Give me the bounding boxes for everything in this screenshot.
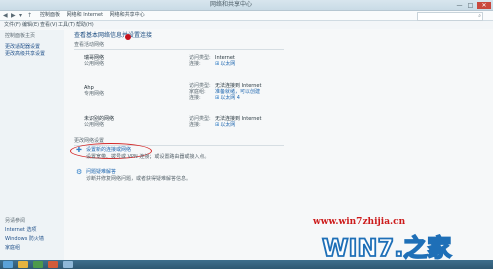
- search-input[interactable]: ⌕: [417, 12, 483, 21]
- title-bar: 网络和共享中心 — □ ✕: [0, 0, 493, 11]
- network-entry: Ahp 专用网络: [84, 85, 104, 97]
- menu-tools[interactable]: 工具(T): [58, 21, 75, 29]
- maximize-button[interactable]: □: [466, 2, 475, 9]
- start-icon[interactable]: [3, 261, 13, 268]
- watermark-url: www.win7zhijia.cn: [313, 217, 406, 227]
- troubleshoot-link[interactable]: 问题疑难解答: [86, 169, 116, 175]
- see-also-header: 另请参阅: [5, 218, 26, 224]
- internet-options-link[interactable]: Internet 选项: [5, 227, 36, 233]
- red-marker-icon: [125, 34, 131, 40]
- divider: [74, 49, 284, 50]
- connection-link[interactable]: ⊞以太网: [215, 61, 235, 67]
- search-icon[interactable]: ⌕: [478, 13, 481, 20]
- connection-link[interactable]: ⊞以太网: [215, 122, 235, 128]
- breadcrumb-item[interactable]: 网络和 Internet: [67, 12, 103, 18]
- close-button[interactable]: ✕: [477, 1, 491, 9]
- connection-row: 连接: ⊞以太网: [189, 61, 236, 67]
- connection-row: 连接: ⊞以太网 4: [189, 95, 240, 101]
- connection-row: 连接: ⊞以太网: [189, 122, 236, 128]
- active-networks-header: 查看活动网络: [74, 42, 105, 48]
- menu-view[interactable]: 查看(V): [40, 21, 57, 29]
- change-adapter-settings-link[interactable]: 更改适配器设置: [5, 44, 40, 50]
- file-explorer-icon[interactable]: [18, 261, 28, 268]
- new-connection-icon[interactable]: ✚: [76, 146, 82, 154]
- change-advanced-sharing-link[interactable]: 更改高级共享设置: [5, 51, 45, 57]
- troubleshoot-desc: 诊断并修复网络问题，或者获得疑难解答信息。: [86, 176, 192, 182]
- forward-arrow-icon[interactable]: ▶: [11, 11, 16, 20]
- watermark-logo-text: WIN7.之家: [322, 234, 451, 262]
- setup-new-connection-desc: 设置宽带、拨号或 VPN 连接；或设置路由器或接入点。: [86, 154, 210, 160]
- watermark-logo: WIN7.之家: [321, 233, 452, 263]
- back-arrow-icon[interactable]: ◀: [3, 11, 8, 20]
- address-bar: ◀ ▶ ▾ ↑ 控制面板 网络和 Internet 网络和共享中心 ⌕: [0, 11, 493, 21]
- app-icon[interactable]: [33, 261, 43, 268]
- setup-new-connection-link[interactable]: 设置新的连接或网络: [86, 147, 131, 153]
- menu-file[interactable]: 文件(F): [4, 21, 21, 29]
- up-arrow-icon[interactable]: ↑: [27, 11, 32, 20]
- app-icon[interactable]: [48, 261, 58, 268]
- breadcrumb-item[interactable]: 网络和共享中心: [110, 12, 145, 18]
- network-entry: 瑞哥网络 公用网络: [84, 55, 104, 67]
- page-title: 查看基本网络信息并设置连接: [74, 32, 153, 39]
- menu-help[interactable]: 帮助(H): [76, 21, 94, 29]
- breadcrumb: 控制面板 网络和 Internet 网络和共享中心: [40, 11, 150, 20]
- left-navigation-pane: 控制面板主页 更改适配器设置 更改高级共享设置 另请参阅 Internet 选项…: [0, 30, 64, 260]
- windows-firewall-link[interactable]: Windows 防火墙: [5, 236, 44, 242]
- troubleshoot-icon[interactable]: ⚙: [76, 168, 82, 176]
- network-entry: 未识别的网络 公用网络: [84, 116, 114, 128]
- app-icon[interactable]: [63, 261, 73, 268]
- ethernet-icon: ⊞: [215, 95, 220, 101]
- homegroup-link[interactable]: 家庭组: [5, 245, 20, 251]
- window-controls: — □ ✕: [455, 0, 491, 10]
- network-sharing-center-window: 网络和共享中心 — □ ✕ ◀ ▶ ▾ ↑ 控制面板 网络和 Internet …: [0, 0, 493, 269]
- connection-link[interactable]: ⊞以太网 4: [215, 95, 240, 101]
- network-type-link[interactable]: 专用网络: [84, 91, 104, 97]
- control-panel-home-link[interactable]: 控制面板主页: [5, 33, 35, 39]
- main-content: 查看基本网络信息并设置连接 查看活动网络 瑞哥网络 公用网络 访问类型: Int…: [64, 30, 493, 260]
- breadcrumb-item[interactable]: 控制面板: [40, 12, 60, 18]
- minimize-button[interactable]: —: [455, 2, 464, 9]
- network-type-link[interactable]: 公用网络: [84, 122, 114, 128]
- menu-bar: 文件(F) 编辑(E) 查看(V) 工具(T) 帮助(H): [0, 21, 493, 29]
- taskbar: [0, 260, 493, 269]
- ethernet-icon: ⊞: [215, 122, 220, 128]
- recent-pages-icon[interactable]: ▾: [19, 11, 22, 20]
- window-title: 网络和共享中心: [210, 1, 253, 8]
- ethernet-icon: ⊞: [215, 61, 220, 67]
- network-type-link[interactable]: 公用网络: [84, 61, 104, 67]
- menu-edit[interactable]: 编辑(E): [22, 21, 39, 29]
